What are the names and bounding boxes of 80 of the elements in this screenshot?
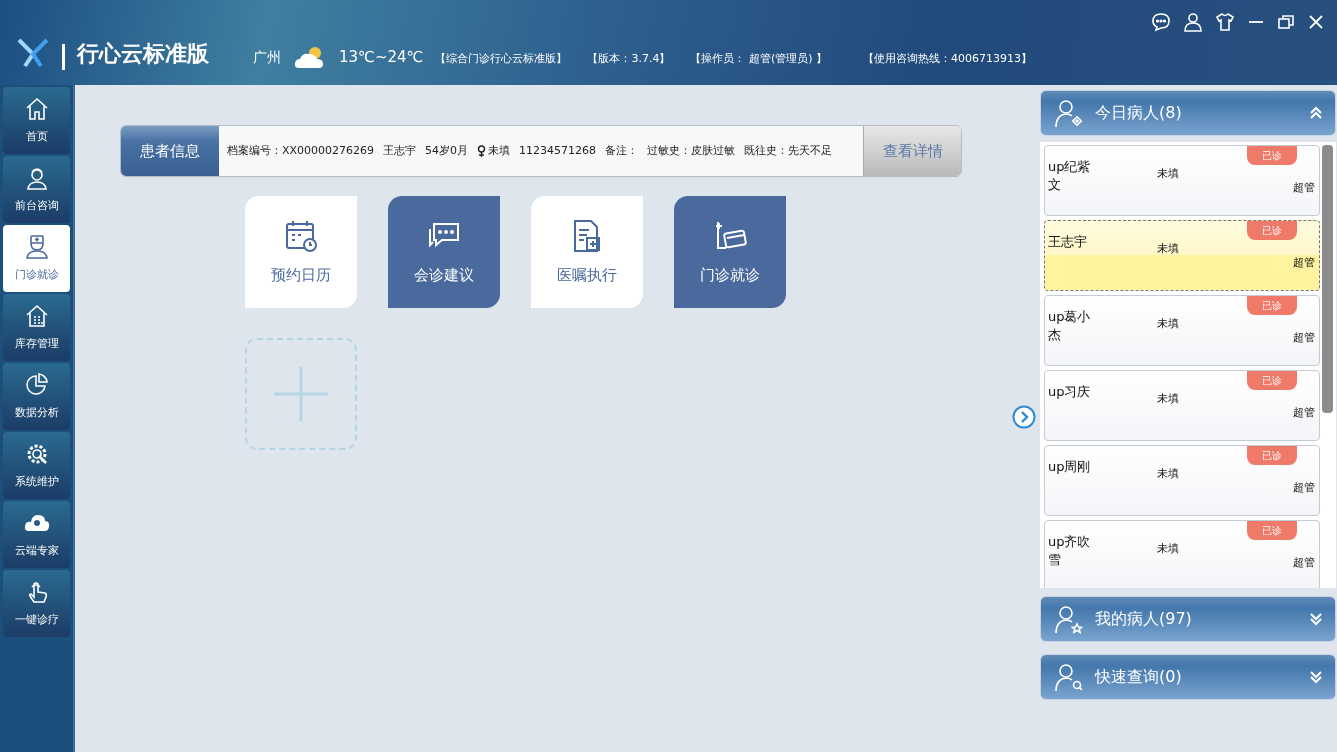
doctor-name: 超管 (1293, 255, 1315, 271)
user-search-icon (1053, 662, 1083, 692)
patient-gender: 未填 (1157, 391, 1179, 407)
city: 广州 (253, 48, 281, 67)
status-badge: 已诊 (1247, 521, 1297, 540)
user-star-icon (1053, 604, 1083, 634)
patient-card[interactable]: up纪紫文 未填 已诊 超管 (1044, 145, 1320, 216)
function-tile[interactable]: 预约日历 (245, 196, 357, 308)
patient-gender: 未填 (1157, 166, 1179, 182)
doctor-name: 超管 (1293, 555, 1315, 571)
patient-field: 备注： (605, 142, 639, 160)
sidebar-item[interactable]: 一键诊疗 (3, 570, 70, 637)
patient-card[interactable]: up习庆 未填 已诊 超管 (1044, 370, 1320, 441)
user-icon[interactable] (1183, 12, 1203, 32)
panel-header[interactable]: 我的病人(97) (1040, 596, 1336, 642)
panel-header[interactable]: 今日病人(8) (1040, 90, 1336, 136)
add-tile-button[interactable] (245, 338, 357, 450)
patient-card[interactable]: up齐吹雪 未填 已诊 超管 (1044, 520, 1320, 588)
status-badge: 已诊 (1247, 146, 1297, 165)
collapse-icon[interactable] (1309, 106, 1323, 120)
temperature: 13℃~24℃ (339, 46, 424, 68)
sidebar-item[interactable]: 首页 (3, 87, 70, 154)
patient-field: 未填 (488, 142, 511, 160)
patient-gender: 未填 (1157, 541, 1179, 557)
female-icon (477, 144, 487, 158)
app-name: 行心云标准版 (77, 40, 209, 68)
doctor-name: 超管 (1293, 180, 1315, 196)
patient-gender: 未填 (1157, 241, 1179, 257)
version: 【版本：3.7.4】 (587, 50, 671, 67)
panel-title: 快速查询(0) (1095, 666, 1183, 688)
function-tile[interactable]: 会诊建议 (388, 196, 500, 308)
close-icon[interactable] (1307, 13, 1325, 31)
patient-field: 王志宇 (383, 142, 417, 160)
chat-icon[interactable] (1151, 12, 1171, 32)
doctor-name: 超管 (1293, 480, 1315, 496)
sidebar-item[interactable]: 前台咨询 (3, 156, 70, 223)
sidebar-item[interactable]: 系统维护 (3, 432, 70, 499)
patient-gender: 未填 (1157, 316, 1179, 332)
doctor-name: 超管 (1293, 405, 1315, 421)
patient-field: 过敏史：皮肤过敏 (647, 142, 736, 160)
patient-name: up葛小杰 (1048, 308, 1092, 344)
scrollbar-thumb[interactable] (1322, 145, 1333, 413)
hotline: 【使用咨询热线：4006713913】 (863, 50, 1032, 67)
patient-info-label: 患者信息 (121, 126, 219, 176)
patient-field: 档案编号：XX00000276269 (227, 142, 375, 160)
patient-card[interactable]: up周刚 未填 已诊 超管 (1044, 445, 1320, 516)
patient-name: up习庆 (1048, 383, 1092, 401)
shirt-icon[interactable] (1215, 12, 1235, 32)
edition: 【综合门诊行心云标准版】 (435, 50, 568, 67)
patient-card[interactable]: 王志宇 未填 已诊 超管 (1044, 220, 1320, 291)
function-tile[interactable]: 门诊就诊 (674, 196, 786, 308)
function-tile[interactable]: 医嘱执行 (531, 196, 643, 308)
operator: 【操作员： 超管(管理员) 】 (690, 50, 827, 67)
logo-icon (16, 36, 50, 70)
sidebar-item[interactable]: 库存管理 (3, 294, 70, 361)
patient-name: 王志宇 (1048, 233, 1088, 251)
doctor-name: 超管 (1293, 330, 1315, 346)
restore-icon[interactable] (1277, 13, 1295, 31)
patient-card[interactable]: up葛小杰 未填 已诊 超管 (1044, 295, 1320, 366)
panel-title: 今日病人(8) (1095, 102, 1183, 124)
patient-name: up纪紫文 (1048, 158, 1092, 194)
sidebar-item[interactable]: 门诊就诊 (3, 225, 70, 292)
user-today-icon (1053, 98, 1083, 128)
status-badge: 已诊 (1247, 296, 1297, 315)
status-badge: 已诊 (1247, 371, 1297, 390)
patient-field: 既往史：先天不足 (744, 142, 833, 160)
expand-icon[interactable] (1309, 670, 1323, 684)
status-badge: 已诊 (1247, 446, 1297, 465)
sidebar-item[interactable]: 云端专家 (3, 501, 70, 568)
patient-name: up齐吹雪 (1048, 533, 1092, 569)
status-badge: 已诊 (1247, 221, 1297, 240)
plus-icon (274, 367, 328, 421)
expand-icon[interactable] (1309, 612, 1323, 626)
patient-gender: 未填 (1157, 466, 1179, 482)
patient-name: up周刚 (1048, 458, 1092, 476)
panel-header[interactable]: 快速查询(0) (1040, 654, 1336, 700)
sidebar-item[interactable]: 数据分析 (3, 363, 70, 430)
panel-title: 我的病人(97) (1095, 608, 1193, 630)
patient-field: 11234571268 (519, 142, 597, 160)
patient-field: 54岁0月 (425, 142, 469, 160)
